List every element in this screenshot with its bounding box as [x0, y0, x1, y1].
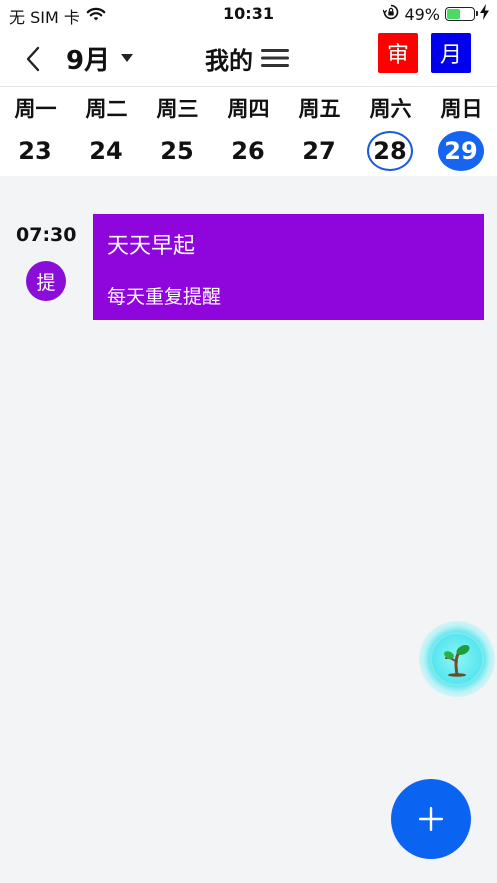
day-sunday[interactable]: 周日 29 [426, 87, 497, 177]
sprout-icon [444, 644, 470, 677]
day-saturday[interactable]: 周六 28 [355, 87, 426, 177]
page-title: 我的 [205, 46, 253, 75]
event-title: 天天早起 [107, 234, 196, 259]
day-monday[interactable]: 周一 23 [0, 87, 71, 177]
day-wednesday[interactable]: 周三 25 [142, 87, 213, 177]
sprout-button[interactable] [419, 621, 495, 697]
reminder-badge: 提 [26, 261, 66, 301]
month-view-button[interactable]: 月 [431, 33, 471, 73]
battery-icon [445, 7, 478, 21]
weekday-label: 周日 [440, 97, 483, 121]
date-number: 24 [89, 137, 123, 165]
month-selector[interactable]: 9月 [66, 40, 134, 76]
back-button[interactable] [18, 42, 48, 76]
hamburger-menu-icon [261, 49, 289, 67]
month-label: 9月 [66, 45, 111, 76]
weekday-label: 周五 [298, 97, 341, 121]
app-header: 9月 我的 审 月 [0, 30, 497, 86]
date-number: 26 [231, 137, 265, 165]
day-thursday[interactable]: 周四 26 [213, 87, 284, 177]
event-time: 07:30 [16, 224, 77, 246]
weekday-label: 周三 [156, 97, 199, 121]
caret-down-icon [121, 54, 134, 62]
status-right: 49% [382, 4, 489, 24]
status-bar: 无 SIM 卡 10:31 49% [0, 0, 497, 30]
battery-percent: 49% [404, 4, 440, 24]
event-card[interactable]: 天天早起 每天重复提醒 [93, 214, 484, 320]
day-tuesday[interactable]: 周二 24 [71, 87, 142, 177]
sprout-ring [430, 632, 484, 686]
charging-icon [480, 4, 489, 24]
chevron-left-icon [26, 46, 40, 72]
today-date-number: 28 [367, 131, 413, 171]
event-repeat-label: 每天重复提醒 [107, 286, 222, 308]
weekday-label: 周二 [85, 97, 128, 121]
date-number: 25 [160, 137, 194, 165]
calendar-title[interactable]: 我的 [205, 40, 289, 76]
date-number: 27 [302, 137, 336, 165]
day-friday[interactable]: 周五 27 [284, 87, 355, 177]
rotation-lock-icon [382, 4, 399, 24]
weekday-label: 周四 [227, 97, 270, 121]
plus-icon [419, 807, 443, 831]
week-strip: 周一 23 周二 24 周三 25 周四 26 周五 27 周六 28 周日 2… [0, 86, 497, 176]
review-button[interactable]: 审 [378, 33, 418, 73]
selected-date-number: 29 [438, 131, 484, 171]
weekday-label: 周一 [14, 97, 57, 121]
date-number: 23 [18, 137, 52, 165]
add-event-button[interactable] [391, 779, 471, 859]
weekday-label: 周六 [369, 97, 412, 121]
